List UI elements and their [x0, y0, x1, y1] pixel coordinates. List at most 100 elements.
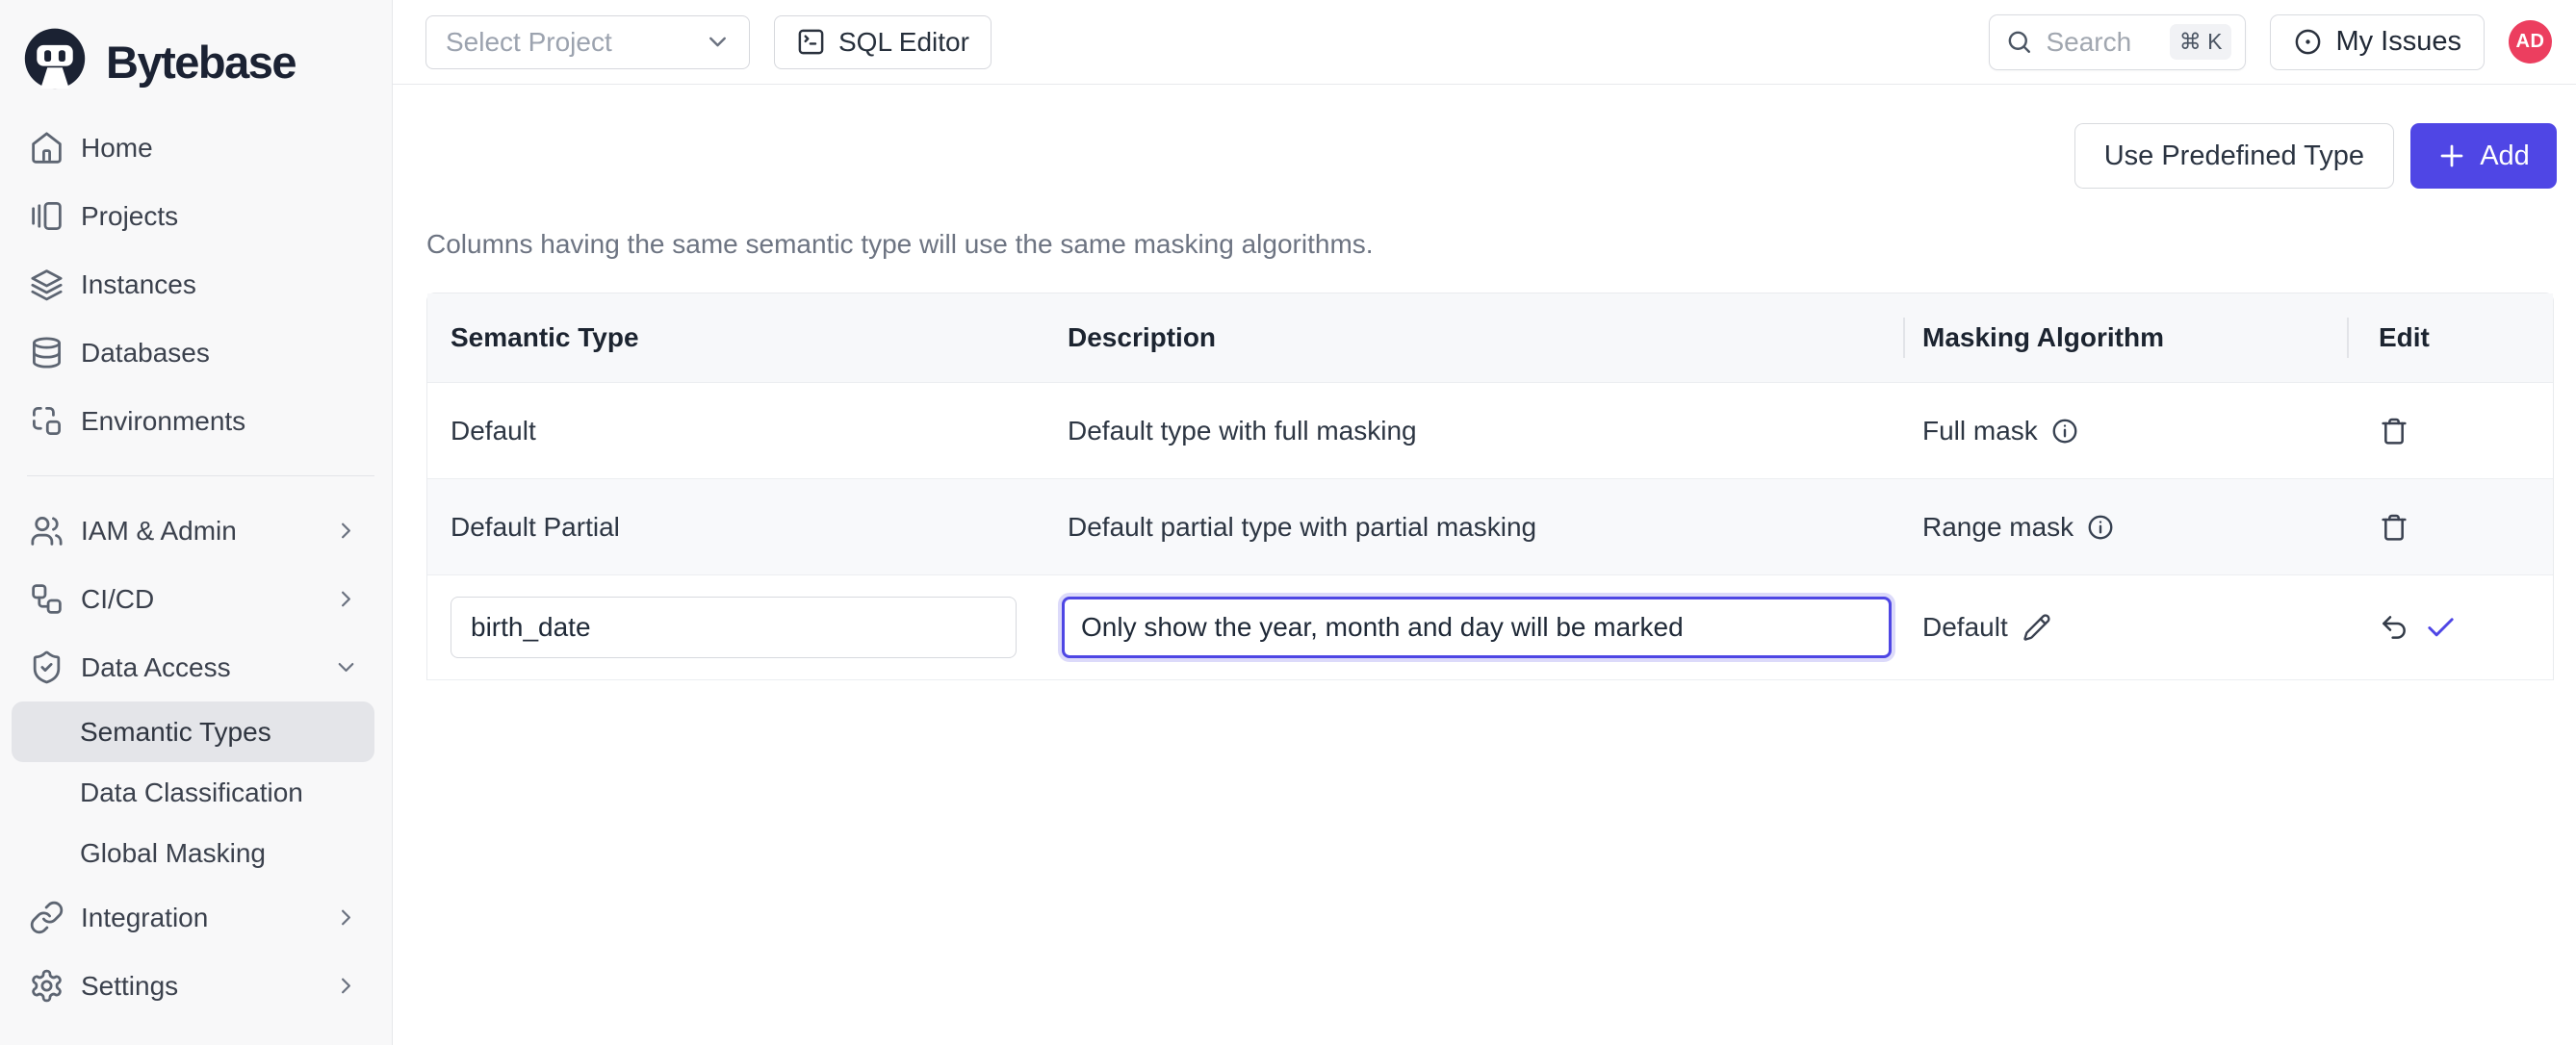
- avatar[interactable]: AD: [2509, 20, 2552, 64]
- description-cell: Default type with full masking: [1037, 416, 1903, 446]
- semantic-type-cell: [427, 597, 1037, 658]
- masking-algorithm-cell: Full mask: [1903, 416, 2347, 446]
- users-icon: [29, 513, 64, 548]
- sidebar-item-databases[interactable]: Databases: [0, 319, 392, 387]
- sidebar-item-environments[interactable]: Environments: [0, 387, 392, 455]
- sidebar-nav: Home Projects Instances Databases Enviro…: [0, 108, 392, 1020]
- brand-name: Bytebase: [106, 36, 296, 89]
- page-content: Use Predefined Type Add Columns having t…: [393, 85, 2576, 1045]
- search-icon: [2005, 28, 2033, 56]
- sidebar-item-data-access[interactable]: Data Access: [0, 633, 392, 701]
- sidebar-item-home[interactable]: Home: [0, 114, 392, 182]
- semantic-type-cell: Default Partial: [427, 512, 1037, 543]
- chevron-down-icon: [333, 654, 359, 680]
- sidebar-item-label: Instances: [81, 269, 196, 300]
- home-icon: [29, 130, 64, 166]
- plus-icon: [2437, 141, 2466, 170]
- sidebar-item-label: Environments: [81, 406, 245, 437]
- table-row: Default Default type with full masking F…: [427, 382, 2553, 478]
- pencil-icon[interactable]: [2022, 613, 2051, 642]
- page-description: Columns having the same semantic type wi…: [426, 229, 2557, 260]
- workflow-icon: [29, 581, 64, 617]
- page-actions: Use Predefined Type Add: [426, 123, 2557, 189]
- column-header-semantic-type: Semantic Type: [427, 293, 1037, 382]
- column-header-masking-algorithm: Masking Algorithm: [1903, 293, 2347, 382]
- project-select[interactable]: Select Project: [425, 15, 750, 69]
- trash-icon[interactable]: [2379, 416, 2409, 446]
- bytebase-logo-icon: [17, 24, 92, 99]
- description-input[interactable]: [1062, 597, 1892, 658]
- chevron-right-icon: [333, 518, 359, 544]
- info-icon[interactable]: [2086, 513, 2115, 542]
- sql-editor-label: SQL Editor: [838, 27, 969, 58]
- info-icon[interactable]: [2050, 417, 2079, 446]
- search-shortcut-badge: ⌘ K: [2170, 24, 2232, 60]
- description-cell: [1037, 597, 1903, 658]
- sidebar-item-label: Semantic Types: [80, 717, 271, 748]
- main-area: Select Project SQL Editor Search ⌘ K My …: [393, 0, 2576, 1045]
- project-select-placeholder: Select Project: [446, 27, 612, 58]
- sidebar-item-label: IAM & Admin: [81, 516, 237, 547]
- semantic-types-table: Semantic Type Description Masking Algori…: [426, 293, 2554, 680]
- sidebar-item-data-classification[interactable]: Data Classification: [0, 762, 392, 823]
- column-header-edit: Edit: [2347, 293, 2553, 382]
- sql-editor-button[interactable]: SQL Editor: [774, 15, 992, 69]
- table-header-row: Semantic Type Description Masking Algori…: [427, 293, 2553, 382]
- sidebar-item-label: Databases: [81, 338, 210, 369]
- semantic-type-input[interactable]: [451, 597, 1017, 658]
- sidebar-item-cicd[interactable]: CI/CD: [0, 565, 392, 633]
- masking-algorithm-cell: Range mask: [1903, 512, 2347, 543]
- my-issues-button[interactable]: My Issues: [2270, 14, 2485, 70]
- projects-icon: [29, 198, 64, 234]
- sidebar-item-label: CI/CD: [81, 584, 154, 615]
- undo-icon[interactable]: [2379, 612, 2409, 643]
- table-row-editing: Default: [427, 574, 2553, 680]
- semantic-type-cell: Default: [427, 416, 1037, 446]
- environments-icon: [29, 403, 64, 439]
- chevron-right-icon: [333, 586, 359, 612]
- shield-check-icon: [29, 650, 64, 685]
- add-button-label: Add: [2480, 140, 2530, 172]
- issue-circle-icon: [2293, 27, 2323, 57]
- row-actions-cell: [2347, 512, 2553, 543]
- masking-algorithm-cell: Default: [1903, 612, 2347, 643]
- topbar: Select Project SQL Editor Search ⌘ K My …: [393, 0, 2576, 85]
- add-button[interactable]: Add: [2410, 123, 2557, 189]
- database-icon: [29, 335, 64, 370]
- sidebar-item-label: Data Classification: [80, 777, 303, 808]
- sidebar: Bytebase Home Projects Instances Databas…: [0, 0, 393, 1045]
- masking-algorithm-label: Range mask: [1922, 512, 2074, 543]
- sidebar-item-settings[interactable]: Settings: [0, 952, 392, 1020]
- description-cell: Default partial type with partial maskin…: [1037, 512, 1903, 543]
- chevron-down-icon: [704, 28, 732, 56]
- use-predefined-type-button[interactable]: Use Predefined Type: [2074, 123, 2394, 189]
- chevron-right-icon: [333, 905, 359, 930]
- terminal-icon: [796, 27, 826, 57]
- check-icon[interactable]: [2424, 611, 2458, 645]
- masking-algorithm-label: Full mask: [1922, 416, 2038, 446]
- sidebar-item-label: Integration: [81, 903, 208, 933]
- row-actions-cell: [2347, 611, 2553, 645]
- sidebar-item-label: Settings: [81, 971, 178, 1002]
- sidebar-item-label: Data Access: [81, 652, 231, 683]
- brand-logo[interactable]: Bytebase: [0, 0, 392, 108]
- sidebar-item-projects[interactable]: Projects: [0, 182, 392, 250]
- sidebar-item-integration[interactable]: Integration: [0, 883, 392, 952]
- link-icon: [29, 900, 64, 935]
- search-input[interactable]: Search ⌘ K: [1989, 14, 2246, 70]
- column-header-description: Description: [1037, 293, 1903, 382]
- chevron-right-icon: [333, 973, 359, 999]
- sidebar-item-iam-admin[interactable]: IAM & Admin: [0, 497, 392, 565]
- search-placeholder: Search: [2046, 27, 2131, 58]
- table-row: Default Partial Default partial type wit…: [427, 478, 2553, 574]
- sidebar-item-global-masking[interactable]: Global Masking: [0, 823, 392, 883]
- row-actions-cell: [2347, 416, 2553, 446]
- app-window: Bytebase Home Projects Instances Databas…: [0, 0, 2576, 1045]
- sidebar-item-label: Global Masking: [80, 838, 266, 869]
- layers-icon: [29, 267, 64, 302]
- trash-icon[interactable]: [2379, 512, 2409, 543]
- gear-icon: [29, 968, 64, 1004]
- my-issues-label: My Issues: [2335, 26, 2461, 58]
- sidebar-item-instances[interactable]: Instances: [0, 250, 392, 319]
- sidebar-item-semantic-types[interactable]: Semantic Types: [12, 701, 374, 762]
